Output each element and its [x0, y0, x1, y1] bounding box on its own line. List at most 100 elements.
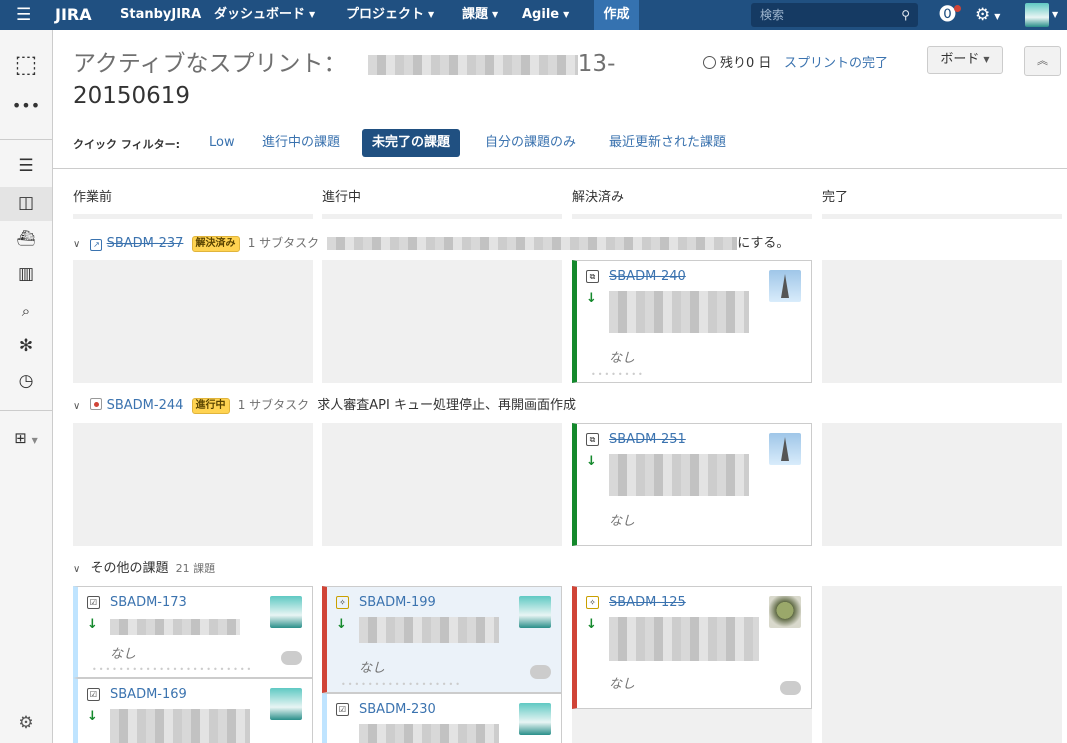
sidebar-divider	[0, 410, 52, 411]
card-priority-label: なし	[110, 647, 137, 662]
help-icon[interactable]: ⓿	[939, 0, 956, 30]
card-key[interactable]: SBADM-125	[609, 595, 686, 610]
card-key[interactable]: SBADM-173	[110, 595, 187, 610]
nav-dashboard[interactable]: ダッシュボード ▼	[214, 0, 315, 30]
sprint-remaining: 残り0 日	[703, 52, 771, 71]
issue-card[interactable]: ✧ SBADM-199 ↓ なし ••••••••••••••••••	[322, 586, 562, 693]
quick-filter-mine[interactable]: 自分の課題のみ	[475, 129, 586, 157]
column-bar	[572, 214, 812, 219]
user-avatar[interactable]	[1025, 3, 1049, 27]
assignee-avatar	[769, 433, 801, 465]
reports-icon[interactable]: ▥	[0, 264, 52, 284]
column-header-resolved: 解決済み	[572, 190, 625, 205]
redacted-text	[609, 291, 749, 333]
column-bar	[73, 214, 313, 219]
board-button[interactable]: ボード ▼	[927, 46, 1003, 74]
progress-dots: ••••••••••••••••••	[341, 680, 462, 689]
complete-sprint-link[interactable]: スプリントの完了	[784, 52, 888, 71]
chevron-down-icon[interactable]: ∨	[73, 401, 80, 412]
search-input[interactable]: 検索 ⚲	[751, 3, 918, 27]
structure-icon[interactable]: ⊞ ▼	[0, 429, 52, 447]
top-navigation-bar: ☰ JIRA StanbyJIRA ダッシュボード ▼ プロジェクト ▼ 課題 ▼ A…	[0, 0, 1067, 30]
redacted-text	[609, 454, 749, 496]
estimate-badge	[281, 651, 302, 665]
page-title: アクティブなスプリント： 13- 20150619	[73, 51, 616, 109]
priority-low-icon: ↓	[87, 709, 98, 724]
gear-icon[interactable]: ⚙ ▼	[975, 0, 1000, 30]
progress-dots: ••••••••	[591, 370, 645, 379]
card-key[interactable]: SBADM-251	[609, 432, 686, 447]
board-icon[interactable]: ◫	[0, 193, 52, 213]
issue-key[interactable]: SBADM-237	[107, 236, 184, 251]
releases-icon[interactable]: ⛴	[0, 229, 52, 247]
priority-low-icon: ↓	[586, 617, 597, 632]
issue-count: 21 課題	[175, 562, 216, 575]
sidebar-divider	[0, 139, 52, 140]
status-badge: 進行中	[191, 398, 230, 414]
assignee-avatar	[270, 596, 302, 628]
issue-card[interactable]: ⧉ SBADM-240 ↓ なし ••••••••	[572, 260, 812, 383]
swimlane-summary: 求人審査API キュー処理停止、再開画面作成	[317, 398, 576, 413]
nav-issues[interactable]: 課題 ▼	[462, 0, 498, 30]
redacted-text	[367, 54, 578, 75]
issue-key[interactable]: SBADM-244	[107, 398, 184, 413]
project-box-icon[interactable]: ⬚	[0, 50, 52, 78]
card-key[interactable]: SBADM-169	[110, 687, 187, 702]
column-header-in-progress: 進行中	[322, 190, 362, 205]
chevron-down-icon[interactable]: ▼	[1052, 0, 1058, 30]
assignee-avatar	[519, 703, 551, 735]
estimate-badge	[780, 681, 801, 695]
issue-card[interactable]: ☑ SBADM-173 ↓ なし •••••••••••••••••••••••…	[73, 586, 313, 678]
priority-low-icon: ↓	[336, 617, 347, 632]
quick-filter-in-progress[interactable]: 進行中の課題	[252, 129, 350, 157]
quick-filter-recent[interactable]: 最近更新された課題	[599, 129, 736, 157]
create-button[interactable]: 作成	[594, 0, 639, 30]
redacted-text	[110, 709, 250, 743]
column-bar	[322, 214, 562, 219]
subtask-icon: ⧉	[586, 433, 599, 446]
more-icon[interactable]: •••	[0, 96, 52, 115]
site-name[interactable]: StanbyJIRA	[120, 0, 201, 30]
status-badge: 解決済み	[191, 236, 240, 252]
swimlane-header[interactable]: ∨ SBADM-244 進行中 1 サブタスク 求人審査API キュー処理停止、…	[73, 394, 576, 414]
priority-low-icon: ↓	[586, 454, 597, 469]
backlog-icon[interactable]: ☰	[0, 156, 52, 176]
estimate-badge	[530, 665, 551, 679]
menu-icon[interactable]: ☰	[16, 0, 31, 30]
card-priority-label: なし	[609, 514, 636, 529]
lane-cell	[322, 423, 562, 546]
task-icon: ☑	[336, 703, 349, 716]
card-key[interactable]: SBADM-230	[359, 702, 436, 717]
issues-search-icon[interactable]: ⌕	[0, 302, 52, 320]
collapse-header-button[interactable]: ︽	[1024, 46, 1061, 76]
priority-low-icon: ↓	[586, 291, 597, 306]
other-issues-header[interactable]: ∨ その他の課題 21 課題	[73, 557, 215, 576]
swimlane-header[interactable]: ∨ ↗ SBADM-237 解決済み 1 サブタスク にする。	[73, 232, 789, 252]
quick-filter-low[interactable]: Low	[199, 129, 245, 157]
subtask-icon: ⧉	[586, 270, 599, 283]
chevron-down-icon[interactable]: ∨	[73, 239, 80, 250]
issue-card[interactable]: ☑ SBADM-230	[322, 693, 562, 743]
redacted-text	[359, 724, 499, 743]
issue-card[interactable]: ✧ SBADM-125 ↓ なし	[572, 586, 812, 709]
issue-card[interactable]: ☑ SBADM-169 ↓	[73, 678, 313, 743]
card-key[interactable]: SBADM-240	[609, 269, 686, 284]
components-icon[interactable]: ◷	[0, 371, 52, 391]
chevron-down-icon[interactable]: ∨	[73, 564, 80, 575]
task-icon: ☑	[87, 688, 100, 701]
task-icon: ☑	[87, 596, 100, 609]
card-key[interactable]: SBADM-199	[359, 595, 436, 610]
nav-projects[interactable]: プロジェクト ▼	[346, 0, 434, 30]
quick-filter-label: クイック フィルター:	[73, 138, 181, 151]
search-icon: ⚲	[901, 8, 910, 22]
progress-dots: ••••••••••••••••••••••••	[92, 665, 254, 674]
lane-cell	[322, 260, 562, 383]
quick-filter-unresolved[interactable]: 未完了の課題	[362, 129, 461, 157]
issue-card[interactable]: ⧉ SBADM-251 ↓ なし	[572, 423, 812, 546]
nav-agile[interactable]: Agile ▼	[522, 0, 569, 30]
clock-icon	[703, 56, 716, 69]
settings-icon[interactable]: ⚙	[0, 713, 52, 733]
bug-icon[interactable]: ✻	[0, 336, 52, 356]
improvement-icon: ✧	[586, 596, 599, 609]
jira-logo[interactable]: JIRA	[55, 0, 92, 30]
